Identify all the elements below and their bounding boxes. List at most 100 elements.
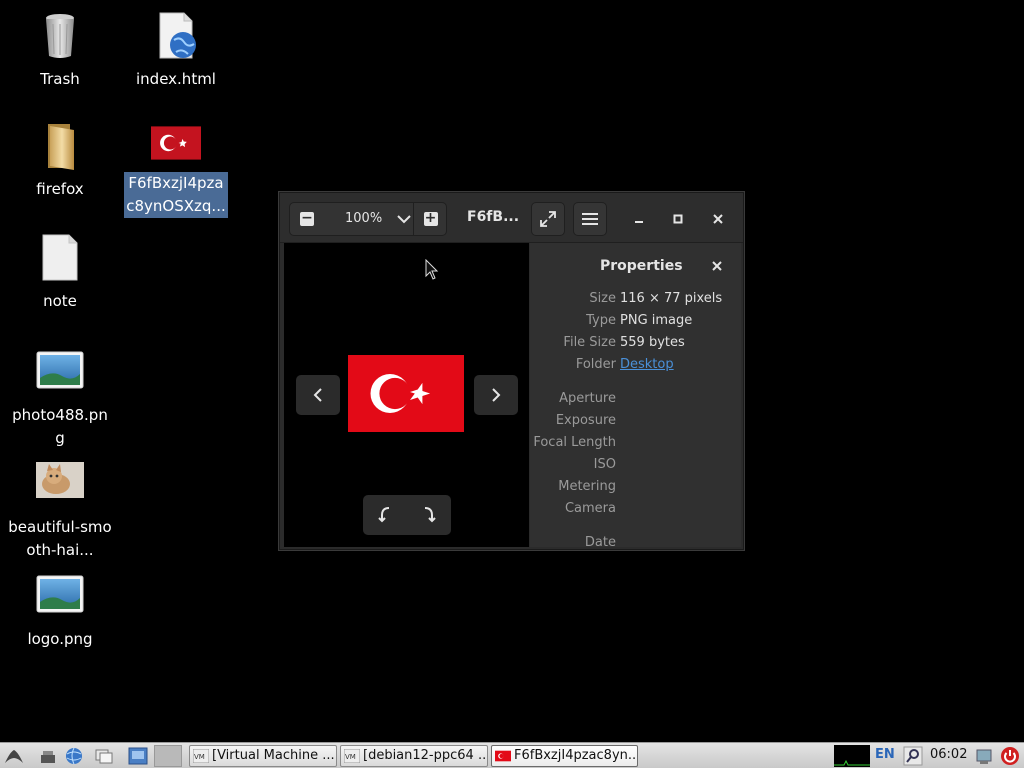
window-title: F6fB... [467,209,520,225]
file-manager-icon[interactable] [94,746,114,766]
property-row-folder: Folder Desktop [530,354,741,376]
property-key: Type [586,313,616,328]
desktop-icon-photo488[interactable]: photo488.png [5,348,115,450]
start-menu-icon[interactable] [4,746,24,766]
hamburger-menu-icon [582,213,598,225]
clock[interactable]: 06:02 [930,747,967,762]
svg-text:VM: VM [194,753,205,761]
zoom-level[interactable]: 100% [345,211,382,226]
desktop-icon-note[interactable]: note [5,234,115,313]
image-thumbnail-icon [151,126,201,160]
rotate-right-button[interactable] [407,495,451,535]
desktop-icon-label: logo.png [27,630,93,648]
properties-panel: Properties Size 116 × 77 pixels Type PNG… [530,243,741,547]
minimize-icon [635,221,643,223]
task-button-virtual-machine[interactable]: VM [Virtual Machine ... [189,745,337,767]
property-value: 116 × 77 pixels [620,291,723,306]
chevron-right-icon [492,388,501,402]
cpu-monitor-icon [834,745,870,767]
property-row-exposure: Exposure [530,410,741,432]
task-label: [debian12-ppc64 ... [363,748,488,763]
zoom-out-button[interactable]: − [290,203,324,235]
trash-icon [34,12,86,62]
task-label: F6fBxzjI4pzac8yn... [514,748,638,763]
property-row-type: Type PNG image [530,310,741,332]
svg-text:VM: VM [345,753,356,761]
desktop-icon-label: Trash [40,70,80,88]
desktop-icon-label: photo488.png [12,406,108,447]
power-icon[interactable] [1000,746,1020,766]
minimize-button[interactable] [627,207,651,231]
turkish-flag-image [348,355,464,432]
chevron-left-icon [313,388,322,402]
desktop-icon-firefox-folder[interactable]: firefox [5,122,115,201]
desktop-icon-trash[interactable]: Trash [5,12,115,91]
property-key: Aperture [559,391,616,406]
desktop-icon-flag-png[interactable]: F6fBxzjI4pzac8ynOSXzq... [121,126,231,218]
previous-image-button[interactable] [296,375,340,415]
desktop-icon-label: beautiful-smooth-hai... [8,518,112,559]
property-row-size: Size 116 × 77 pixels [530,288,741,310]
text-file-icon [34,234,86,284]
property-key: Metering [558,479,616,494]
task-button-image-viewer[interactable]: F6fBxzjI4pzac8yn... [491,745,638,767]
desktop-icon-logo-png[interactable]: logo.png [5,572,115,651]
workspace-1-icon[interactable] [128,746,148,766]
mouse-pointer-icon [425,259,439,280]
property-key: Camera [564,501,616,516]
rotate-controls [363,495,451,535]
zoom-in-button[interactable]: + [413,203,447,235]
property-row-focal-length: Focal Length [530,432,741,454]
minus-icon: − [300,210,314,226]
folder-icon [34,122,86,172]
property-key: File Size [563,335,616,350]
fullscreen-button[interactable] [531,202,565,236]
rotate-right-icon [424,507,436,523]
fullscreen-icon [540,211,556,227]
task-label: [Virtual Machine ... [212,748,335,763]
show-desktop-icon[interactable] [38,746,58,766]
properties-heading: Properties [600,258,683,274]
flag-app-icon [495,750,511,762]
chevron-down-icon[interactable] [396,213,412,225]
task-button-debian12[interactable]: VM [debian12-ppc64 ... [340,745,488,767]
property-key: Exposure [555,413,616,428]
close-properties-icon[interactable] [708,257,726,275]
property-row-camera: Camera [530,498,741,520]
lock-screen-icon[interactable] [974,746,994,766]
property-key: Focal Length [533,435,616,450]
property-key: ISO [593,457,616,472]
property-row-metering: Metering [530,476,741,498]
desktop-icon-index-html[interactable]: index.html [121,12,231,91]
search-icon[interactable] [903,746,923,766]
maximize-button[interactable] [666,207,690,231]
vm-app-icon: VM [344,749,360,763]
close-window-button[interactable] [706,207,730,231]
image-file-icon [34,572,86,622]
zoom-control: − 100% + [289,202,447,236]
property-value: PNG image [620,313,693,328]
folder-link[interactable]: Desktop [620,357,674,372]
keyboard-language[interactable]: EN [875,747,895,762]
vm-app-icon: VM [193,749,209,763]
property-row-aperture: Aperture [530,388,741,410]
image-canvas[interactable] [284,243,529,547]
web-browser-icon[interactable] [64,746,84,766]
html-file-icon [150,12,202,62]
workspace-2[interactable] [154,745,182,767]
property-key: Folder [575,357,616,372]
property-row-iso: ISO [530,454,741,476]
desktop-icon-beautiful-smooth[interactable]: beautiful-smooth-hai... [5,460,115,562]
desktop-icon-label: firefox [36,180,84,198]
desktop-icon-label: index.html [136,70,216,88]
header-bar: − 100% + F6fB... [280,193,743,243]
next-image-button[interactable] [474,375,518,415]
menu-button[interactable] [573,202,607,236]
rotate-left-button[interactable] [363,495,407,535]
image-viewer-window: − 100% + F6fB... Properties Size 116 × 7… [279,192,744,550]
plus-icon: + [423,210,438,226]
taskbar: VM [Virtual Machine ... VM [debian12-ppc… [0,742,1024,768]
property-row-file-size: File Size 559 bytes [530,332,741,354]
desktop-icon-label: F6fBxzjI4pzac8ynOSXzq... [124,172,228,218]
desktop-icon-label: note [43,292,77,310]
